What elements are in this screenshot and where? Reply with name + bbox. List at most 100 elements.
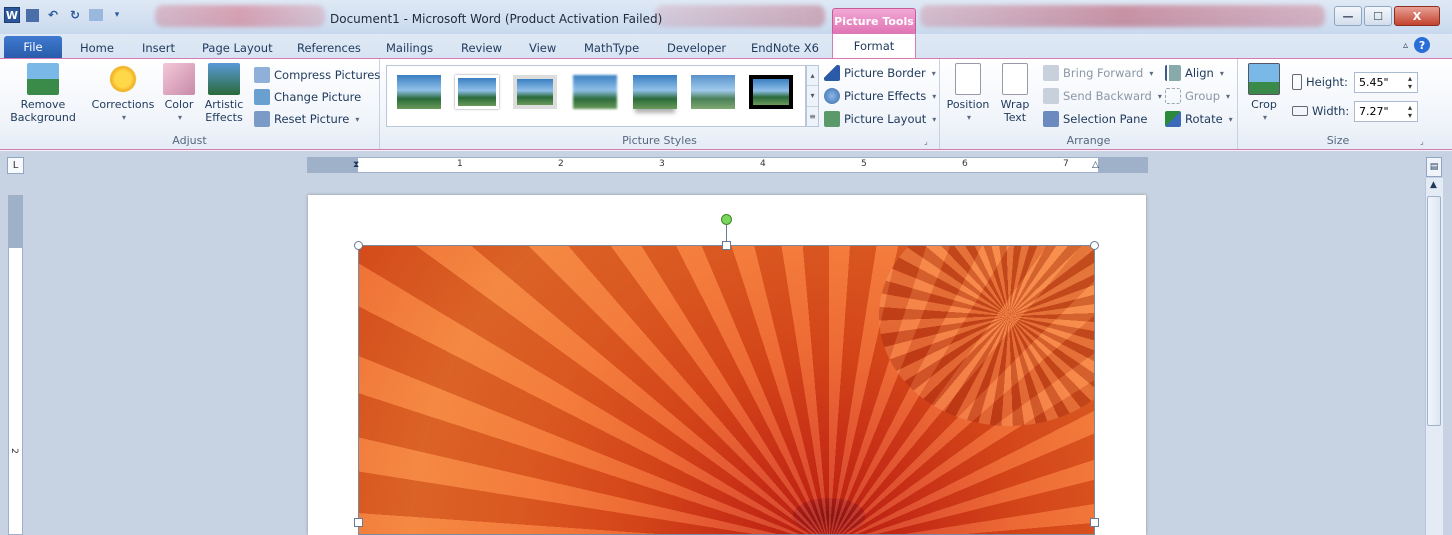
gallery-more-icon[interactable]: ≡	[807, 107, 818, 126]
resize-handle-nw[interactable]	[354, 241, 363, 250]
remove-background-button[interactable]: Remove Background	[8, 63, 78, 124]
view-ruler-icon[interactable]: ▤	[1426, 157, 1442, 177]
maximize-button[interactable]: ☐	[1364, 6, 1392, 26]
wrap-text-button[interactable]: Wrap Text	[996, 63, 1034, 124]
artistic-effects-label-2: Effects	[205, 111, 243, 124]
customize-qat-icon[interactable]: ▾	[109, 7, 125, 23]
picture-styles-gallery[interactable]	[386, 65, 806, 127]
change-picture-label: Change Picture	[274, 90, 362, 104]
artistic-effects-button[interactable]: Artistic Effects	[200, 63, 248, 124]
dialog-launcher-icon[interactable]: ⌟	[924, 137, 928, 146]
selection-pane-button[interactable]: Selection Pane	[1043, 109, 1147, 129]
width-input[interactable]: 7.27" ▴ ▾	[1354, 101, 1418, 122]
picture-styles-label: Picture Styles	[622, 134, 697, 147]
ruler-margin	[308, 158, 358, 172]
minimize-ribbon-icon[interactable]: ▵	[1403, 40, 1408, 51]
tab-mathtype[interactable]: MathType	[584, 38, 639, 58]
wrap-text-icon	[1002, 63, 1028, 95]
save-icon[interactable]	[26, 8, 39, 22]
style-thumbnail[interactable]	[633, 75, 677, 109]
height-icon	[1292, 74, 1302, 90]
resize-handle-e[interactable]	[1090, 518, 1099, 527]
style-thumbnail[interactable]	[455, 75, 499, 109]
style-thumbnail[interactable]	[749, 75, 793, 109]
undo-icon[interactable]: ↶	[45, 7, 61, 23]
bring-forward-label: Bring Forward	[1063, 66, 1144, 80]
align-button[interactable]: Align ▾	[1165, 63, 1224, 83]
ruler-margin	[1098, 158, 1147, 172]
picture-effects-button[interactable]: Picture Effects ▾	[824, 86, 936, 106]
width-spinner-icon[interactable]: ▴ ▾	[1403, 102, 1417, 121]
align-label: Align	[1185, 66, 1214, 80]
redacted-area	[920, 5, 1325, 27]
artistic-effects-label: Artistic	[204, 98, 244, 111]
rotation-handle[interactable]	[721, 214, 732, 225]
right-indent-marker-icon[interactable]: △	[1092, 160, 1099, 170]
quick-access-toolbar: W ↶ ↻ ▾	[4, 7, 125, 23]
height-input[interactable]: 5.45" ▴ ▾	[1354, 72, 1418, 93]
tab-file[interactable]: File	[4, 36, 62, 58]
tab-references[interactable]: References	[297, 38, 361, 58]
resize-handle-w[interactable]	[354, 518, 363, 527]
close-button[interactable]: X	[1394, 6, 1440, 26]
change-picture-button[interactable]: Change Picture	[254, 87, 361, 107]
gallery-up-icon[interactable]: ▴	[807, 66, 818, 87]
tab-home[interactable]: Home	[80, 38, 114, 58]
dropdown-icon: ▾	[1226, 91, 1231, 101]
adjust-group-label: Adjust	[172, 134, 207, 147]
width-value: 7.27"	[1359, 105, 1389, 118]
style-thumbnail[interactable]	[397, 75, 441, 109]
sun-icon	[107, 63, 139, 95]
style-thumbnail[interactable]	[513, 75, 557, 109]
minimize-button[interactable]: —	[1334, 6, 1362, 26]
picture-border-button[interactable]: Picture Border ▾	[824, 63, 936, 83]
tab-mailings[interactable]: Mailings	[386, 38, 433, 58]
position-button[interactable]: Position ▾	[945, 63, 991, 124]
tab-selector[interactable]: L	[7, 157, 24, 174]
dropdown-icon: ▾	[121, 113, 126, 122]
gallery-down-icon[interactable]: ▾	[807, 86, 818, 107]
position-icon	[955, 63, 981, 95]
ruler-number: 5	[861, 159, 867, 169]
picture-layout-button[interactable]: Picture Layout ▾	[824, 109, 936, 129]
indent-marker-icon[interactable]: ⧗	[353, 160, 359, 170]
dropdown-icon: ▾	[1228, 114, 1233, 124]
height-spinner-icon[interactable]: ▴ ▾	[1403, 73, 1417, 92]
word-app-icon[interactable]: W	[4, 7, 20, 23]
redo-icon[interactable]: ↻	[67, 7, 83, 23]
compress-pictures-button[interactable]: Compress Pictures	[254, 65, 380, 85]
help-icon[interactable]: ?	[1414, 37, 1431, 53]
scroll-up-icon[interactable]: ▲	[1430, 180, 1437, 190]
tab-endnote[interactable]: EndNote X6	[751, 38, 819, 58]
horizontal-ruler[interactable]: 1 2 3 4 5 6 7 ⧗ △	[307, 157, 1148, 173]
style-thumbnail[interactable]	[573, 75, 617, 109]
flower-picture[interactable]	[358, 245, 1095, 535]
corrections-button[interactable]: Corrections ▾	[90, 63, 156, 124]
tab-insert[interactable]: Insert	[142, 38, 175, 58]
color-button[interactable]: Color ▾	[160, 63, 198, 124]
tab-view[interactable]: View	[529, 38, 556, 58]
scrollbar-thumb[interactable]	[1427, 196, 1441, 426]
reset-picture-button[interactable]: Reset Picture ▾	[254, 109, 359, 129]
width-field-label: Width:	[1292, 101, 1349, 121]
send-backward-button[interactable]: Send Backward ▾	[1043, 86, 1162, 106]
size-dialog-launcher-icon[interactable]: ⌟	[1420, 137, 1424, 146]
group-button[interactable]: Group ▾	[1165, 86, 1230, 106]
tab-page-layout[interactable]: Page Layout	[202, 38, 273, 58]
rotate-button[interactable]: Rotate ▾	[1165, 109, 1233, 129]
send-backward-icon	[1043, 88, 1059, 104]
bring-forward-button[interactable]: Bring Forward ▾	[1043, 63, 1153, 83]
tab-format[interactable]: Format	[832, 33, 916, 58]
ruler-number: 7	[1063, 159, 1069, 169]
style-thumbnail[interactable]	[691, 75, 735, 109]
gallery-scroll[interactable]: ▴ ▾ ≡	[806, 65, 819, 127]
resize-handle-ne[interactable]	[1090, 241, 1099, 250]
tab-developer[interactable]: Developer	[667, 38, 726, 58]
resize-handle-n[interactable]	[722, 241, 731, 250]
tab-review[interactable]: Review	[461, 38, 502, 58]
wrap-label: Wrap	[1000, 98, 1030, 111]
dropdown-icon: ▾	[932, 114, 937, 124]
print-preview-icon[interactable]	[89, 9, 103, 21]
vertical-ruler[interactable]: 2	[8, 195, 23, 535]
crop-button[interactable]: Crop ▾	[1244, 63, 1284, 124]
